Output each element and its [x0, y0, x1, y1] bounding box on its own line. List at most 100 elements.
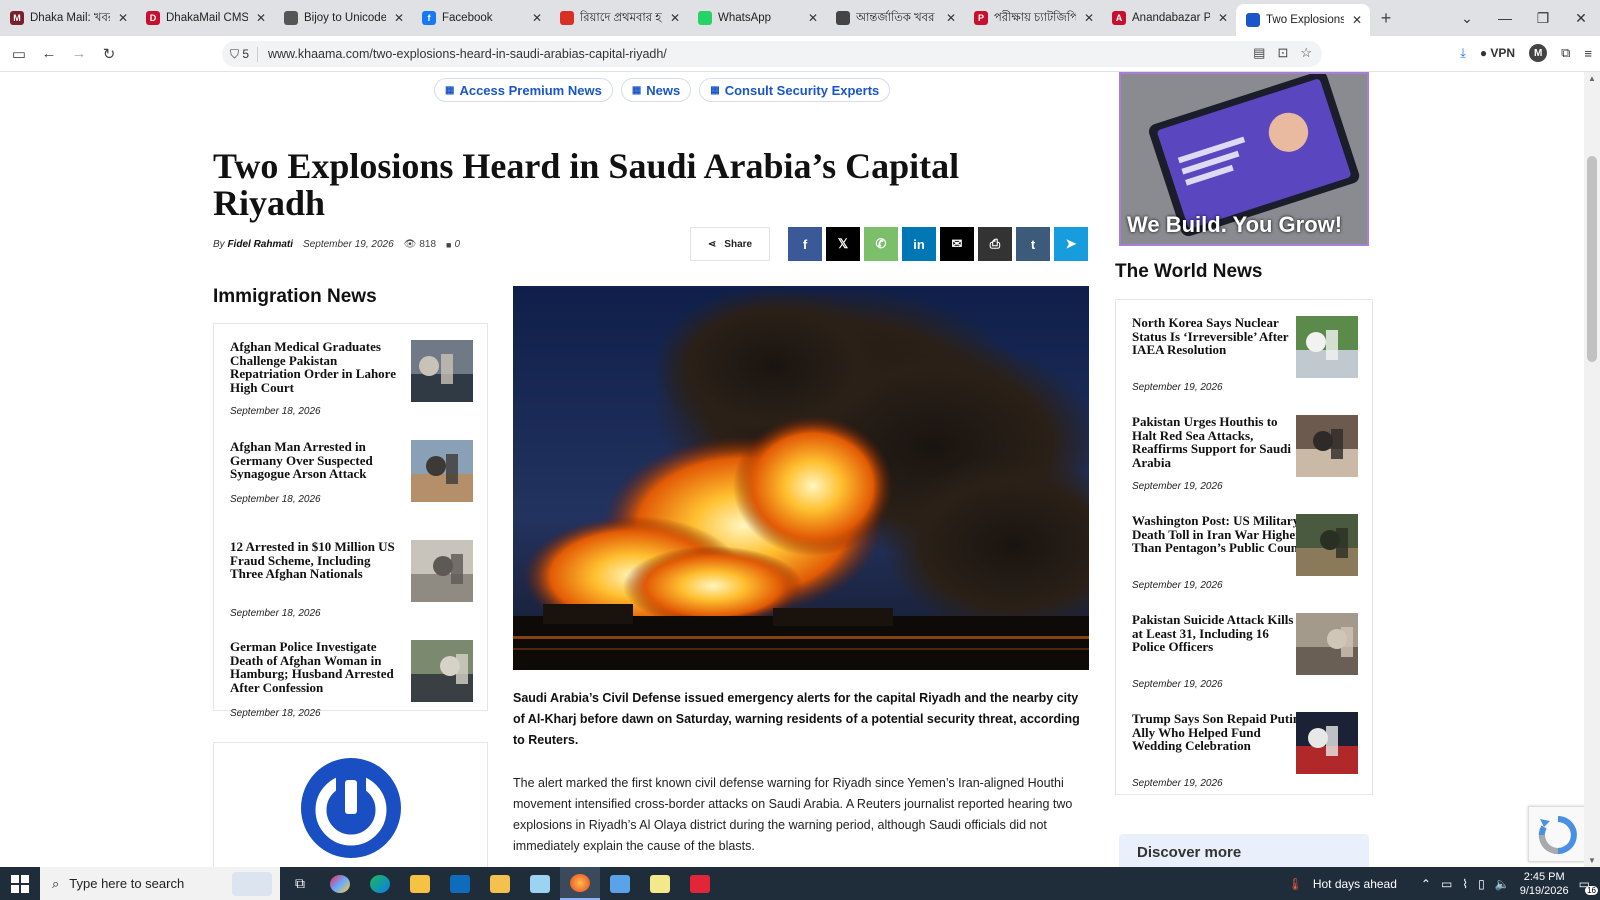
scrollbar-thumb[interactable] — [1587, 156, 1597, 362]
network-icon[interactable]: ▭ — [1441, 877, 1452, 891]
share-label-box[interactable]: ⋖ Share — [690, 227, 770, 261]
share-tumblr-button[interactable]: t — [1016, 227, 1050, 261]
share-linkedin-button[interactable]: in — [902, 227, 936, 261]
news-item-thumbnail[interactable] — [411, 640, 473, 702]
store-icon[interactable] — [400, 867, 440, 900]
tab-search-icon[interactable]: ⌄ — [1448, 10, 1486, 27]
volume-icon[interactable]: 🔈 — [1495, 877, 1510, 891]
notepad-icon[interactable] — [520, 867, 560, 900]
news-item-title[interactable]: Trump Says Son Repaid Putin Ally Who Hel… — [1132, 712, 1304, 753]
tab-close-icon[interactable]: ✕ — [394, 11, 404, 25]
profile-avatar[interactable]: M — [1529, 44, 1548, 62]
browser-tab-2[interactable]: Bijoy to Unicode with ✕ — [274, 0, 412, 36]
url-text[interactable]: www.khaama.com/two-explosions-heard-in-s… — [258, 47, 667, 61]
news-item-title[interactable]: Pakistan Suicide Attack Kills at Least 3… — [1132, 613, 1304, 654]
menu-icon[interactable]: ≡ — [1584, 46, 1592, 61]
page-scrollbar[interactable]: ▲ ▼ — [1584, 72, 1600, 867]
outlook-icon[interactable] — [440, 867, 480, 900]
tab-close-icon[interactable]: ✕ — [946, 11, 956, 25]
news-list-item[interactable]: Pakistan Suicide Attack Kills at Least 3… — [1132, 613, 1358, 712]
news-item-title[interactable]: Afghan Man Arrested in Germany Over Susp… — [230, 440, 402, 481]
news-item-thumbnail[interactable] — [1296, 712, 1358, 774]
news-list-item[interactable]: North Korea Says Nuclear Status Is ‘Irre… — [1132, 316, 1358, 415]
nav-pill-2[interactable]: ▦ Consult Security Experts — [699, 78, 891, 102]
share-x-button[interactable]: 𝕏 — [826, 227, 860, 261]
news-item-thumbnail[interactable] — [1296, 415, 1358, 477]
vpn-button[interactable]: ● VPN — [1480, 46, 1515, 60]
author-link[interactable]: Fidel Rahmati — [227, 239, 293, 250]
news-item-thumbnail[interactable] — [411, 340, 473, 402]
news-item-thumbnail[interactable] — [411, 440, 473, 502]
forward-button[interactable]: → — [64, 45, 94, 62]
news-item-thumbnail[interactable] — [411, 540, 473, 602]
reader-mode-icon[interactable]: ▤ — [1253, 45, 1265, 61]
nav-pill-0[interactable]: ▦ Access Premium News — [434, 78, 613, 102]
share-telegram-button[interactable]: ➤ — [1054, 227, 1088, 261]
close-window-button[interactable]: ✕ — [1562, 10, 1600, 27]
news-item-title[interactable]: Afghan Medical Graduates Challenge Pakis… — [230, 340, 402, 394]
browser-tab-8[interactable]: A Anandabazar Patrika ✕ — [1102, 0, 1236, 36]
minimize-button[interactable]: — — [1486, 10, 1524, 26]
firefox-icon[interactable] — [560, 867, 600, 900]
file-explorer-icon[interactable] — [480, 867, 520, 900]
tab-close-icon[interactable]: ✕ — [532, 11, 542, 25]
save-page-icon[interactable]: ⊡ — [1277, 45, 1288, 61]
browser-tab-5[interactable]: WhatsApp ✕ — [688, 0, 826, 36]
tab-close-icon[interactable]: ✕ — [118, 11, 128, 25]
news-item-thumbnail[interactable] — [1296, 613, 1358, 675]
advertisement-banner[interactable]: We Build. You Grow! — [1119, 72, 1369, 246]
sticky-notes-icon[interactable] — [640, 867, 680, 900]
discover-more-box[interactable]: Discover more — [1119, 834, 1369, 867]
reload-button[interactable]: ↻ — [94, 45, 124, 63]
news-list-item[interactable]: 12 Arrested in $10 Million US Fraud Sche… — [230, 540, 473, 640]
tab-close-icon[interactable]: ✕ — [1084, 11, 1094, 25]
tab-close-icon[interactable]: ✕ — [1352, 13, 1362, 27]
new-tab-button[interactable]: + — [1370, 8, 1402, 29]
news-item-title[interactable]: German Police Investigate Death of Afgha… — [230, 640, 402, 694]
browser-tab-3[interactable]: f Facebook ✕ — [412, 0, 550, 36]
back-button[interactable]: ← — [34, 45, 64, 62]
recaptcha-badge[interactable] — [1528, 806, 1586, 862]
news-item-thumbnail[interactable] — [1296, 514, 1358, 576]
taskbar-clock[interactable]: 2:45 PM 9/19/2026 — [1520, 870, 1569, 898]
bangla-app-icon[interactable] — [680, 867, 720, 900]
news-list-item[interactable]: Afghan Medical Graduates Challenge Pakis… — [230, 340, 473, 440]
share-whatsapp-button[interactable]: ✆ — [864, 227, 898, 261]
comments-count[interactable]: ■ 0 — [446, 239, 460, 250]
news-item-title[interactable]: Pakistan Urges Houthis to Halt Red Sea A… — [1132, 415, 1304, 469]
news-item-thumbnail[interactable] — [1296, 316, 1358, 378]
tab-close-icon[interactable]: ✕ — [670, 11, 680, 25]
restore-button[interactable]: ❐ — [1524, 10, 1562, 27]
news-list-item[interactable]: German Police Investigate Death of Afgha… — [230, 640, 473, 740]
copilot-icon[interactable] — [320, 867, 360, 900]
share-email-button[interactable]: ✉ — [940, 227, 974, 261]
edge-icon[interactable] — [360, 867, 400, 900]
news-list-item[interactable]: Afghan Man Arrested in Germany Over Susp… — [230, 440, 473, 540]
browser-tab-1[interactable]: D DhakaMail CMS ✕ — [136, 0, 274, 36]
task-view-icon[interactable]: ⧉ — [280, 867, 320, 900]
remote-desktop-icon[interactable] — [600, 867, 640, 900]
browser-tab-6[interactable]: আন্তর্জাতিক খবর - বি ✕ — [826, 0, 964, 36]
share-facebook-button[interactable]: f — [788, 227, 822, 261]
news-list-item[interactable]: Pakistan Urges Houthis to Halt Red Sea A… — [1132, 415, 1358, 514]
browser-tab-4[interactable]: রিয়াদে প্রথমবার হামলা ✕ — [550, 0, 688, 36]
news-item-title[interactable]: 12 Arrested in $10 Million US Fraud Sche… — [230, 540, 402, 581]
news-list-item[interactable]: Trump Says Son Repaid Putin Ally Who Hel… — [1132, 712, 1358, 811]
weather-text[interactable]: Hot days ahead — [1313, 877, 1397, 891]
start-button[interactable] — [0, 867, 40, 900]
tab-close-icon[interactable]: ✕ — [256, 11, 266, 25]
extensions-icon[interactable]: ⧉ — [1561, 45, 1570, 61]
url-bar[interactable]: ⛉ 5 www.khaama.com/two-explosions-heard-… — [222, 41, 1322, 67]
wifi-icon[interactable]: ⌇ — [1462, 877, 1468, 891]
bookmark-star-icon[interactable]: ☆ — [1300, 45, 1312, 61]
news-item-title[interactable]: North Korea Says Nuclear Status Is ‘Irre… — [1132, 316, 1304, 357]
share-print-button[interactable]: ⎙ — [978, 227, 1012, 261]
battery-icon[interactable]: ▯ — [1478, 877, 1485, 891]
shield-icon[interactable]: ⛉ 5 — [222, 46, 258, 62]
sidebar-toggle-icon[interactable]: ▭ — [4, 45, 34, 63]
tab-close-icon[interactable]: ✕ — [808, 11, 818, 25]
nav-pill-1[interactable]: ▦ News — [620, 78, 692, 102]
browser-tab-7[interactable]: P পরীক্ষায় চ্যাটজিপিটি ✕ — [964, 0, 1102, 36]
tab-close-icon[interactable]: ✕ — [1218, 11, 1228, 25]
news-item-title[interactable]: Washington Post: US Military Death Toll … — [1132, 514, 1304, 555]
